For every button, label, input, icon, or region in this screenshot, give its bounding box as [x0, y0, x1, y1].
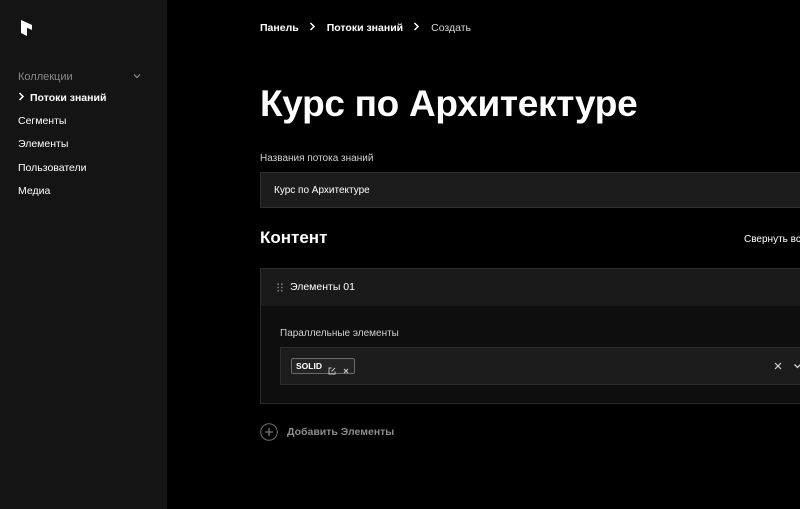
chevron-down-icon: [133, 74, 141, 79]
drag-handle-icon[interactable]: [277, 283, 283, 292]
sidebar-item-knowledge-streams[interactable]: Потоки знаний: [18, 91, 106, 105]
main-content: Панель Потоки знаний Создать Курс по Архит…: [167, 0, 800, 509]
app-window: Коллекции Потоки знаний Сегменты Элемент…: [0, 0, 800, 509]
breadcrumb-item-create: Создать: [431, 22, 472, 34]
name-field-label: Названия потока знаний: [260, 153, 374, 164]
chevron-right-icon: [309, 21, 317, 35]
breadcrumb-item-knowledge-streams[interactable]: Потоки знаний: [327, 21, 403, 35]
add-element-button[interactable]: Добавить Элементы: [260, 422, 394, 442]
sidebar-item-segments[interactable]: Сегменты: [18, 114, 66, 128]
sidebar-group-label: Коллекции: [18, 71, 73, 83]
add-element-label: Добавить Элементы: [287, 426, 395, 438]
page-title: Курс по Архитектуре: [260, 83, 638, 124]
plus-circle-icon: [260, 423, 278, 441]
sidebar-item-elements[interactable]: Элементы: [18, 137, 68, 151]
sidebar-item-media[interactable]: Медиа: [18, 184, 50, 198]
remove-tag-icon[interactable]: [342, 362, 350, 374]
edit-icon[interactable]: [328, 362, 336, 375]
sidebar-item-label: Элементы: [18, 138, 69, 150]
sidebar-item-users[interactable]: Пользователи: [18, 161, 87, 175]
name-field[interactable]: [260, 172, 800, 208]
chevron-right-icon: [18, 91, 26, 105]
selected-tag: SOLID: [291, 358, 355, 375]
relationship-select[interactable]: SOLID: [280, 347, 800, 385]
sidebar-item-label: Сегменты: [18, 115, 67, 127]
sidebar-item-label: Потоки знаний: [30, 92, 107, 104]
breadcrumb: Панель Потоки знаний Создать: [260, 21, 471, 35]
sidebar: Коллекции Потоки знаний Сегменты Элемент…: [0, 0, 167, 509]
logo-icon[interactable]: [18, 18, 38, 38]
content-block-title: Элементы 01: [290, 281, 355, 293]
breadcrumb-item-dashboard[interactable]: Панель: [260, 21, 299, 35]
chevron-down-icon[interactable]: [793, 362, 800, 370]
sidebar-item-label: Медиа: [18, 185, 51, 197]
collapse-all-button[interactable]: Свернуть вс: [744, 233, 800, 246]
content-block: Элементы 01 Параллельные элементы SOLID: [260, 268, 800, 404]
sidebar-group-collections[interactable]: Коллекции: [18, 70, 142, 84]
chevron-right-icon: [413, 21, 421, 35]
clear-icon[interactable]: [774, 362, 782, 370]
selected-tag-label: SOLID: [296, 361, 322, 371]
content-section-title: Контент: [260, 228, 328, 247]
relationship-field-label: Параллельные элементы: [280, 328, 399, 339]
content-block-header[interactable]: Элементы 01: [261, 269, 800, 306]
sidebar-item-label: Пользователи: [18, 162, 87, 174]
